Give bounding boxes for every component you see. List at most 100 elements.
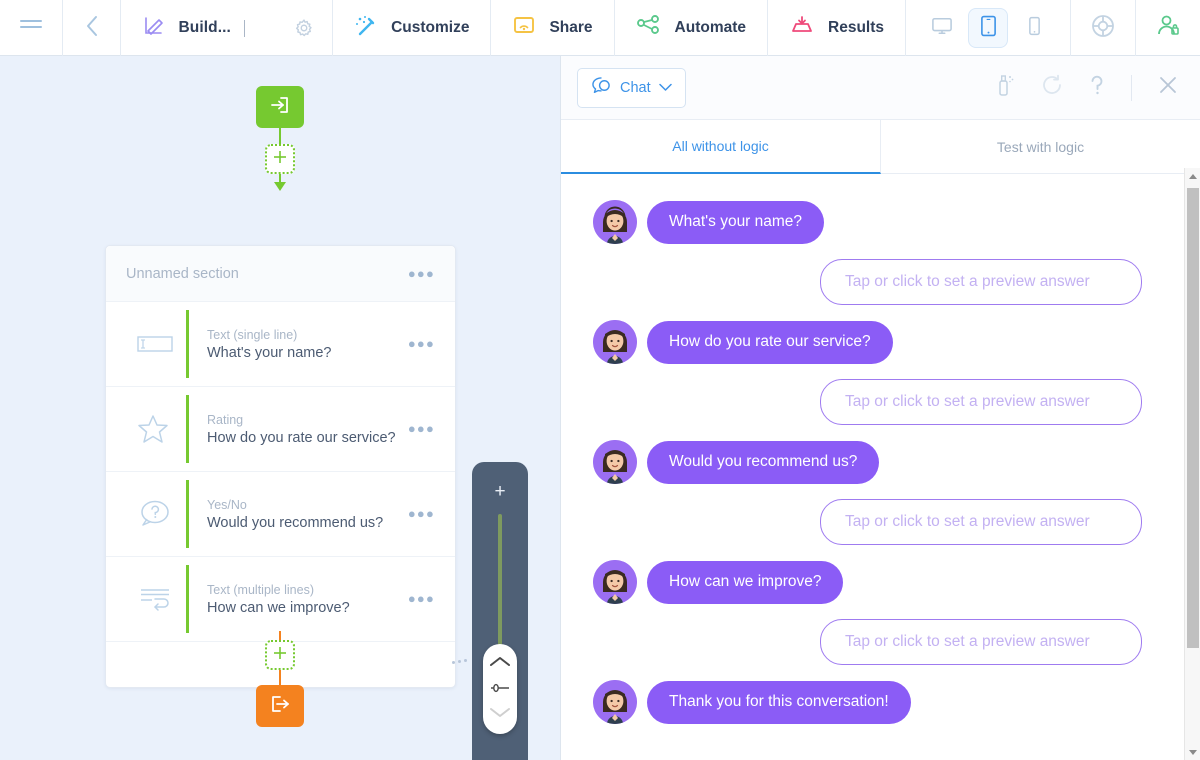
question-type: Text (single line) (207, 327, 298, 342)
tab-customize[interactable]: Customize (333, 0, 492, 56)
question-menu-icon[interactable]: ●●● (408, 336, 435, 351)
question-label: Would you recommend us? (207, 514, 384, 531)
zoom-slider-track[interactable] (498, 514, 502, 654)
refresh-icon[interactable] (1041, 74, 1063, 101)
close-icon[interactable] (1158, 75, 1178, 100)
preview-panel: Chat All without logic Test with logic W… (560, 56, 1200, 760)
chat-message-bot: How do you rate our service? (561, 320, 1184, 364)
chevron-up-icon[interactable] (489, 655, 511, 673)
star-icon (124, 413, 186, 445)
tab-share[interactable]: Share (491, 0, 615, 56)
avatar (593, 320, 637, 364)
question-label: How do you rate our service? (207, 429, 396, 446)
chevron-down-icon (658, 80, 672, 96)
question-text: Text (single line) What's your name? (207, 328, 408, 361)
chevron-left-icon (85, 15, 99, 42)
gear-icon[interactable] (294, 18, 314, 43)
question-text: Yes/No Would you recommend us? (207, 498, 408, 531)
chat-scrollbar[interactable] (1184, 168, 1200, 760)
text-area-icon (124, 586, 186, 612)
question-menu-icon[interactable]: ●●● (408, 591, 435, 606)
magic-wand-icon (354, 14, 378, 43)
question-row[interactable]: Text (multiple lines) How can we improve… (106, 557, 455, 642)
tab-test-with-logic[interactable]: Test with logic (881, 120, 1200, 174)
answer-placeholder-text: Tap or click to set a preview answer (820, 379, 1142, 425)
flow-canvas[interactable]: Unnamed section ●●● Text (single line) W… (0, 56, 560, 760)
plus-icon (272, 149, 288, 170)
slider-knob-icon[interactable] (489, 680, 511, 698)
tab-results[interactable]: Results (768, 0, 907, 56)
start-node[interactable] (256, 86, 304, 128)
phone-icon (1028, 15, 1041, 42)
device-phone-button[interactable] (1014, 8, 1054, 48)
chat-mode-dropdown[interactable]: Chat (577, 67, 686, 108)
chat-answer-placeholder[interactable]: Tap or click to set a preview answer (561, 379, 1184, 425)
connector-line-bottom2 (279, 670, 281, 685)
tab-automate[interactable]: Automate (615, 0, 769, 56)
triangle-up-icon (1189, 173, 1197, 179)
question-label: What's your name? (207, 344, 332, 361)
help-button[interactable] (1071, 0, 1136, 56)
zoom-control-panel[interactable]: + (472, 462, 528, 760)
plus-icon (272, 645, 288, 666)
connector-hint-dots (452, 657, 474, 667)
chat-message-bot: How can we improve? (561, 560, 1184, 604)
question-type: Rating (207, 412, 244, 427)
scrollbar-thumb[interactable] (1187, 188, 1199, 648)
preview-tabs: All without logic Test with logic (561, 120, 1200, 174)
header-divider (1131, 74, 1132, 101)
chat-bubble: How can we improve? (647, 561, 844, 604)
question-row[interactable]: Rating How do you rate our service? ●●● (106, 387, 455, 472)
section-card: Unnamed section ●●● Text (single line) W… (105, 245, 456, 688)
menu-button[interactable] (0, 0, 63, 56)
zoom-slider-handle[interactable] (483, 644, 517, 734)
question-text: Text (multiple lines) How can we improve… (207, 583, 408, 616)
project-title-field[interactable]: Build... (121, 0, 334, 56)
help-question-icon[interactable] (1089, 73, 1105, 102)
question-bubble-icon (124, 498, 186, 530)
add-block-button-top[interactable] (265, 144, 295, 174)
inbox-download-icon (789, 14, 815, 43)
zoom-in-button[interactable]: + (472, 482, 528, 501)
device-tablet-button[interactable] (968, 8, 1009, 48)
question-type: Yes/No (207, 497, 247, 512)
triangle-down-icon (1189, 749, 1197, 755)
back-button[interactable] (63, 0, 122, 56)
zoom-out-button[interactable]: − (472, 754, 528, 760)
tab-share-label: Share (549, 19, 593, 36)
builder-pen-icon (142, 14, 166, 43)
scroll-up-button[interactable] (1185, 168, 1200, 184)
end-node[interactable] (256, 685, 304, 727)
chat-message-bot: Thank you for this conversation! (561, 680, 1184, 724)
connector-arrow-top (274, 182, 286, 191)
chat-bubble: Would you recommend us? (647, 441, 880, 484)
spray-can-icon[interactable] (995, 73, 1015, 102)
nodes-icon (636, 14, 662, 43)
section-menu-icon[interactable]: ●●● (408, 267, 435, 280)
chat-answer-placeholder[interactable]: Tap or click to set a preview answer (561, 259, 1184, 305)
question-text: Rating How do you rate our service? (207, 413, 408, 446)
question-menu-icon[interactable]: ●●● (408, 421, 435, 436)
add-block-button-bottom[interactable] (265, 640, 295, 670)
preview-header: Chat (561, 56, 1200, 120)
chat-answer-placeholder[interactable]: Tap or click to set a preview answer (561, 619, 1184, 665)
question-menu-icon[interactable]: ●●● (408, 506, 435, 521)
chat-answer-placeholder[interactable]: Tap or click to set a preview answer (561, 499, 1184, 545)
question-row[interactable]: Text (single line) What's your name? ●●● (106, 302, 455, 387)
chat-message-bot: Would you recommend us? (561, 440, 1184, 484)
chat-mode-label: Chat (620, 79, 651, 96)
text-caret (243, 19, 245, 37)
preview-header-actions (995, 73, 1184, 102)
tab-all-without-logic[interactable]: All without logic (561, 120, 881, 174)
chat-message-list[interactable]: What's your name? Tap or click to set a … (561, 174, 1184, 760)
scroll-down-button[interactable] (1185, 744, 1200, 760)
question-row[interactable]: Yes/No Would you recommend us? ●●● (106, 472, 455, 557)
section-header[interactable]: Unnamed section ●●● (106, 246, 455, 302)
account-button[interactable] (1136, 0, 1200, 56)
avatar (593, 200, 637, 244)
chevron-down-icon[interactable] (489, 705, 511, 723)
hamburger-icon (19, 18, 42, 39)
chat-bubble: What's your name? (647, 201, 825, 244)
question-accent-bar (186, 480, 189, 548)
device-desktop-button[interactable] (922, 8, 962, 48)
